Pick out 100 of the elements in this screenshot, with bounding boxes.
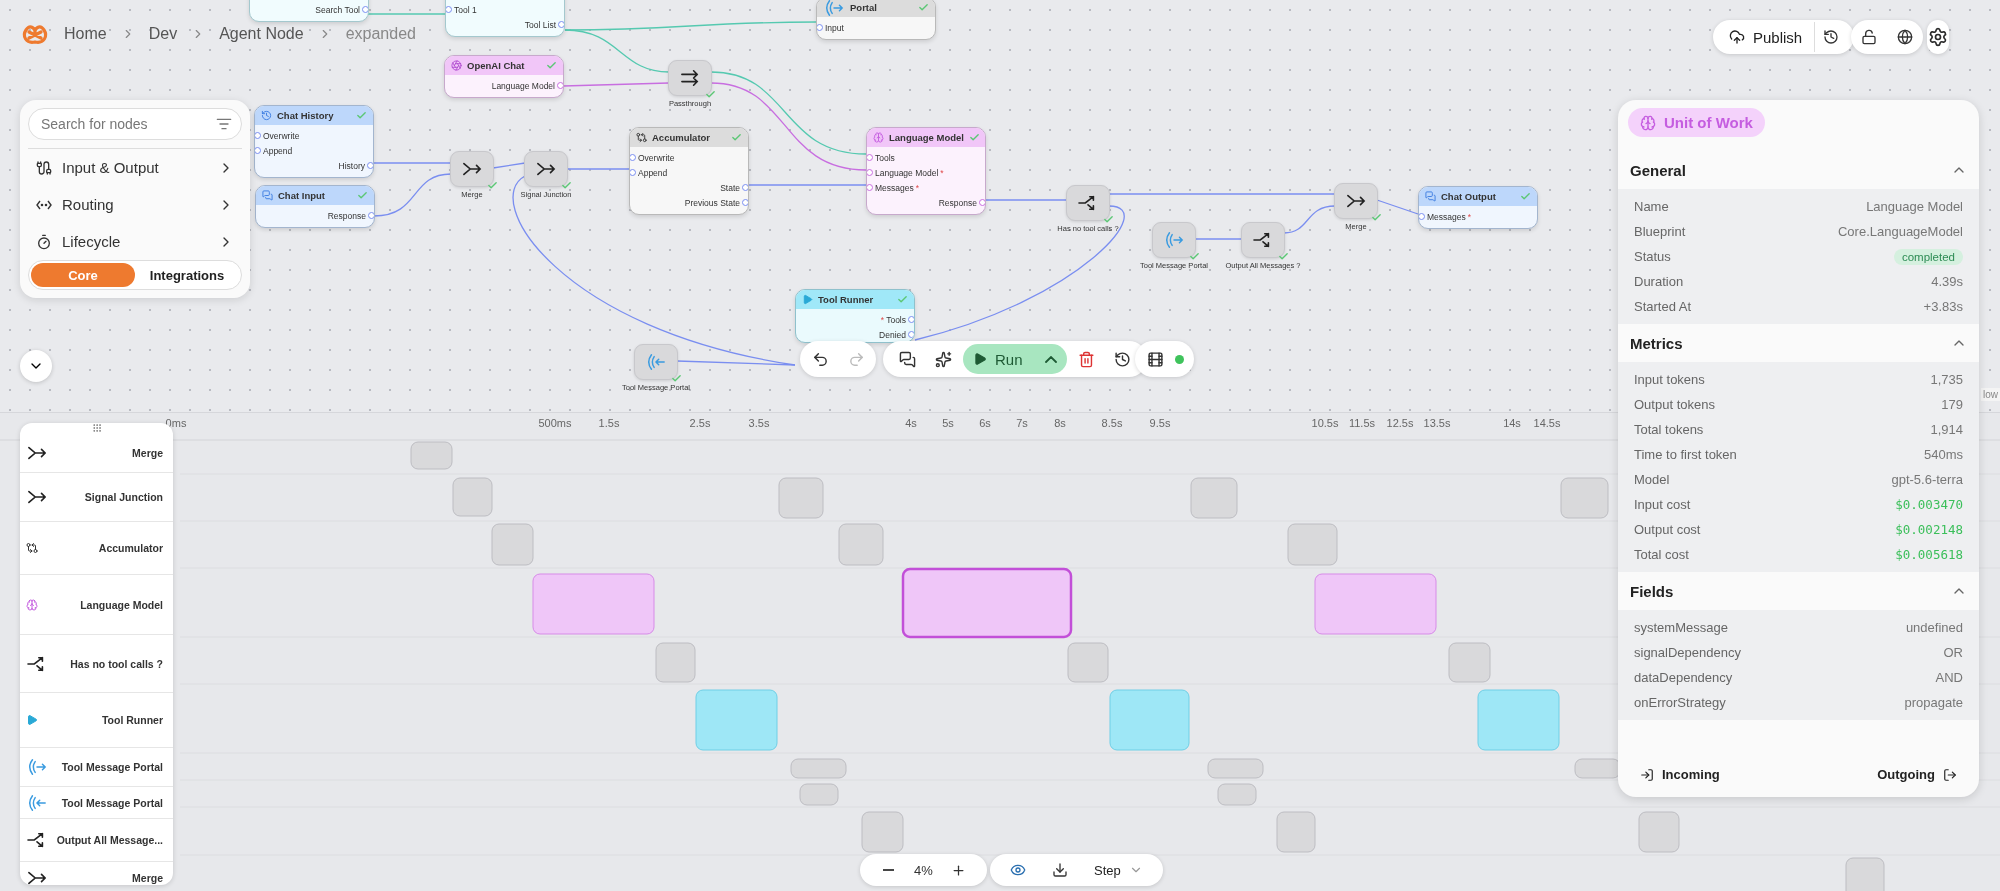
port-dot[interactable] bbox=[368, 212, 374, 219]
node[interactable] bbox=[634, 344, 678, 380]
breadcrumb-link[interactable]: Agent Node bbox=[219, 25, 304, 43]
timeline-bar[interactable] bbox=[1448, 642, 1491, 683]
lane-item[interactable]: Tool Runner bbox=[20, 693, 173, 748]
publish-button[interactable]: Publish bbox=[1721, 22, 1811, 52]
node-card[interactable]: Chat History Overwrite Append History bbox=[254, 105, 374, 178]
lane-item[interactable]: Language Model bbox=[20, 575, 173, 635]
node[interactable] bbox=[1066, 185, 1110, 221]
port-dot[interactable] bbox=[446, 6, 452, 13]
timeline-bar[interactable] bbox=[1207, 758, 1264, 779]
port-dot[interactable] bbox=[630, 169, 636, 176]
port-dot[interactable] bbox=[979, 199, 985, 206]
timeline-bar[interactable] bbox=[1287, 523, 1338, 566]
timeline-bar[interactable] bbox=[1217, 783, 1257, 806]
timeline-bar[interactable] bbox=[799, 783, 839, 806]
time-tick: 8s bbox=[1054, 417, 1066, 429]
port-dot[interactable] bbox=[908, 316, 914, 323]
port-dot[interactable] bbox=[1419, 213, 1425, 220]
timeline-bar[interactable] bbox=[901, 567, 1073, 639]
port-dot[interactable] bbox=[742, 199, 748, 206]
timeline-bar[interactable] bbox=[452, 477, 493, 517]
accumulator-icon bbox=[636, 132, 647, 143]
node-card[interactable]: Accumulator Overwrite Append State Previous State bbox=[629, 127, 749, 215]
port-dot[interactable] bbox=[557, 82, 563, 89]
timeline-bar[interactable] bbox=[1574, 758, 1621, 779]
node-card[interactable]: Tool 1 Tool List bbox=[445, 0, 565, 37]
node-card[interactable]: Portal Input bbox=[816, 0, 936, 40]
node[interactable] bbox=[450, 151, 494, 187]
section-header[interactable]: Metrics bbox=[1618, 324, 1979, 362]
lane-item[interactable]: Signal Junction bbox=[20, 473, 173, 522]
timeline-bar[interactable] bbox=[1190, 477, 1238, 519]
lane-item[interactable]: Merge bbox=[20, 862, 173, 885]
timeline-bar[interactable] bbox=[1067, 642, 1109, 683]
category-item[interactable]: Routing bbox=[28, 186, 242, 223]
lane-item[interactable]: Has no tool calls ? bbox=[20, 635, 173, 693]
filter-icon[interactable] bbox=[216, 116, 232, 132]
node[interactable] bbox=[1152, 222, 1196, 258]
port-dot[interactable] bbox=[367, 162, 373, 169]
timeline-bar[interactable] bbox=[790, 758, 847, 779]
merge-icon bbox=[26, 488, 48, 506]
mode-dropdown[interactable]: Step bbox=[1086, 855, 1151, 885]
timeline-bar[interactable] bbox=[1845, 857, 1885, 891]
node-card[interactable]: Language Model Tools Language Model * Messages * Response bbox=[866, 127, 986, 215]
port-dot[interactable] bbox=[558, 21, 564, 28]
node-card[interactable]: OpenAI Chat Language Model bbox=[444, 55, 564, 98]
plug-icon bbox=[36, 159, 52, 176]
timeline-bar[interactable] bbox=[695, 689, 778, 751]
incoming-button[interactable]: Incoming bbox=[1634, 766, 1726, 783]
node[interactable] bbox=[1241, 222, 1285, 258]
node-card[interactable]: Chat Output Messages * bbox=[1418, 186, 1538, 229]
timeline-bar[interactable] bbox=[532, 573, 655, 635]
lane-item[interactable]: Tool Message Portal bbox=[20, 787, 173, 819]
port-dot[interactable] bbox=[255, 132, 261, 139]
field-label: onErrorStrategy bbox=[1634, 695, 1726, 710]
port-dot[interactable] bbox=[362, 6, 368, 13]
category-item[interactable]: Input & Output bbox=[28, 149, 242, 186]
node-card[interactable]: Search Tool bbox=[249, 0, 369, 22]
timeline-bar[interactable] bbox=[1477, 689, 1560, 751]
breadcrumb-link[interactable]: Home bbox=[64, 25, 107, 43]
port-dot[interactable] bbox=[867, 169, 873, 176]
collapse-button[interactable] bbox=[20, 350, 52, 382]
node[interactable] bbox=[524, 151, 568, 187]
timeline-bar[interactable] bbox=[491, 523, 534, 566]
port-dot[interactable] bbox=[742, 184, 748, 191]
search-field[interactable]: Search for nodes bbox=[28, 108, 242, 140]
node[interactable] bbox=[1334, 183, 1378, 219]
timeline-bar[interactable] bbox=[655, 642, 696, 683]
node[interactable] bbox=[668, 60, 712, 96]
library-tab[interactable]: Integrations bbox=[135, 263, 239, 287]
breadcrumb-link[interactable]: Dev bbox=[148, 25, 178, 43]
lane-item[interactable]: Output All Message... bbox=[20, 819, 173, 862]
category-item[interactable]: Lifecycle bbox=[28, 223, 242, 260]
port-dot[interactable] bbox=[867, 154, 873, 161]
port-dot[interactable] bbox=[630, 154, 636, 161]
timeline-bar[interactable] bbox=[1638, 811, 1680, 853]
timeline-bar[interactable] bbox=[1314, 573, 1437, 635]
timeline-bar[interactable] bbox=[1276, 811, 1316, 853]
timeline-bar[interactable] bbox=[1109, 689, 1190, 751]
field-value: 1,914 bbox=[1930, 422, 1963, 437]
timeline-bar[interactable] bbox=[1560, 477, 1609, 519]
outgoing-button[interactable]: Outgoing bbox=[1871, 766, 1963, 783]
timeline-bar[interactable] bbox=[410, 441, 453, 470]
port-dot[interactable] bbox=[867, 184, 873, 191]
port-label: Language Model bbox=[491, 80, 555, 91]
node-card[interactable]: Chat Input Response bbox=[255, 185, 375, 228]
settings-button[interactable] bbox=[1927, 20, 1949, 54]
port-dot[interactable] bbox=[817, 24, 823, 31]
lane-item[interactable]: Tool Message Portal bbox=[20, 748, 173, 787]
lane-item[interactable]: Merge bbox=[20, 433, 173, 473]
lane-item[interactable]: Accumulator bbox=[20, 522, 173, 575]
timeline-bar[interactable] bbox=[838, 523, 884, 566]
run-button[interactable]: Run bbox=[963, 344, 1067, 374]
port-dot[interactable] bbox=[908, 331, 914, 338]
timeline-bar[interactable] bbox=[778, 477, 824, 519]
node-card[interactable]: Tool Runner * Tools Denied bbox=[795, 289, 915, 343]
port-dot[interactable] bbox=[255, 147, 261, 154]
section-header[interactable]: General bbox=[1618, 151, 1979, 189]
required-mark: * bbox=[1467, 211, 1472, 222]
section-header[interactable]: Fields bbox=[1618, 572, 1979, 610]
